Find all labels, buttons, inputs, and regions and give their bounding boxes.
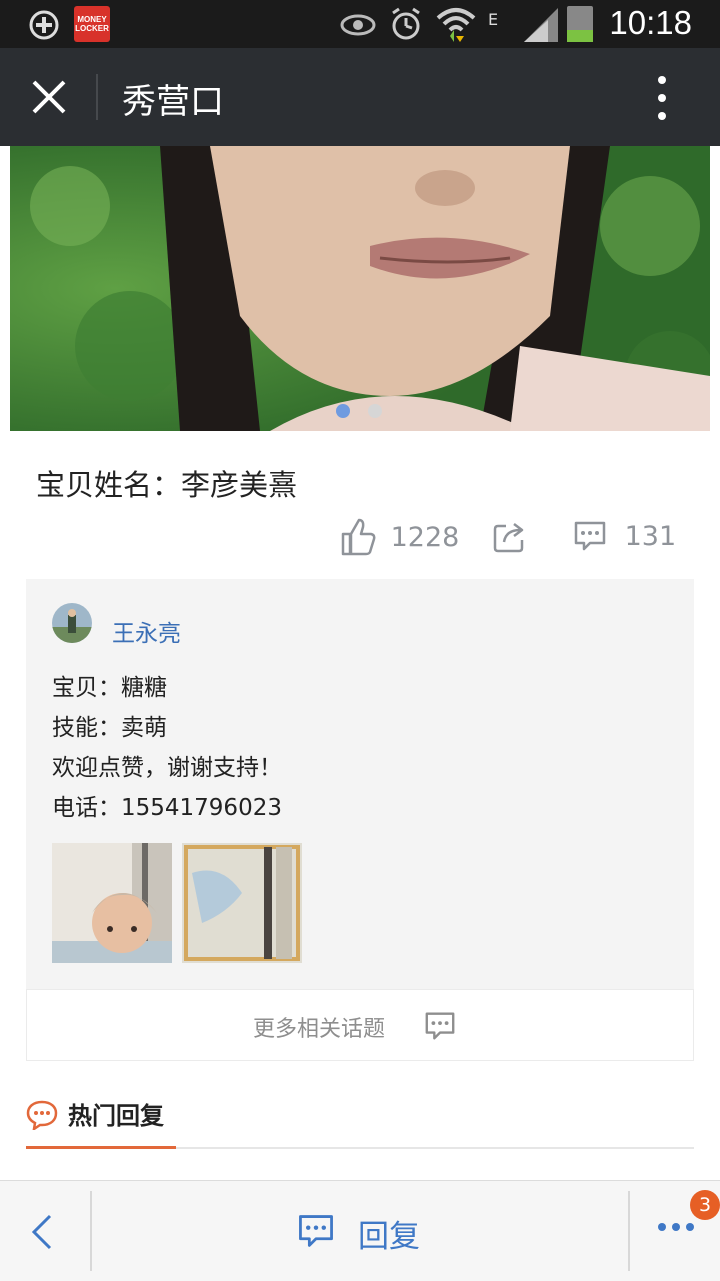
status-bar: MONEY LOCKER E 10:18 (0, 0, 720, 48)
post-thumbnail[interactable] (52, 843, 172, 963)
post-line: 技能：卖萌 (52, 715, 167, 741)
like-button[interactable]: 1228 (340, 518, 459, 562)
bottom-separator (90, 1191, 92, 1271)
hot-replies-label: 热门回复 (68, 1102, 164, 1130)
share-button[interactable] (492, 518, 528, 562)
title-bar: 秀营口 (0, 48, 720, 146)
share-icon (493, 523, 524, 553)
title-separator (96, 74, 98, 120)
like-count: 1228 (390, 521, 460, 553)
reply-icon (299, 1215, 333, 1247)
money-locker-icon: MONEY LOCKER (74, 6, 110, 42)
tab-underline (26, 1146, 176, 1149)
signal-icon (524, 8, 558, 42)
hero-image[interactable] (10, 146, 710, 431)
thumbs-up-icon (341, 518, 376, 556)
eye-icon (340, 14, 376, 36)
notification-badge: 3 (690, 1190, 720, 1220)
comment-count: 131 (624, 520, 677, 552)
more-vertical-icon[interactable] (640, 72, 684, 124)
close-icon[interactable] (24, 72, 74, 122)
post-line: 电话：15541796023 (52, 795, 282, 821)
add-circle-icon (29, 10, 59, 40)
more-horizontal-icon[interactable] (656, 1221, 696, 1233)
battery-icon (567, 6, 593, 42)
carousel-dot-2[interactable] (368, 404, 382, 418)
comment-button[interactable]: 131 (572, 518, 676, 562)
comment-icon (574, 521, 606, 551)
post-thumbnail[interactable] (182, 843, 302, 963)
post-line: 宝贝：糖糖 (52, 675, 167, 701)
alarm-icon (392, 7, 420, 40)
reply-label: 回复 (358, 1219, 420, 1255)
baby-name: 宝贝姓名：李彦美熹 (36, 468, 298, 502)
page-title: 秀营口 (122, 82, 224, 122)
author-name[interactable]: 王永亮 (112, 614, 181, 648)
money-locker-label: MONEY LOCKER (75, 15, 109, 33)
comment-icon (425, 1012, 455, 1040)
carousel-dot-1[interactable] (336, 404, 350, 418)
avatar[interactable] (52, 603, 92, 643)
more-topics-button[interactable]: 更多相关话题 (26, 989, 694, 1061)
wifi-icon (436, 8, 476, 42)
bottom-bar: 回复 (0, 1180, 720, 1281)
hot-replies-icon (26, 1100, 58, 1130)
status-time: 10:18 (609, 4, 692, 41)
bottom-separator (628, 1191, 630, 1271)
more-topics-label: 更多相关话题 (253, 1017, 386, 1042)
post-line: 欢迎点赞，谢谢支持！ (52, 755, 282, 781)
network-type: E (488, 10, 499, 29)
back-icon[interactable] (28, 1213, 56, 1251)
